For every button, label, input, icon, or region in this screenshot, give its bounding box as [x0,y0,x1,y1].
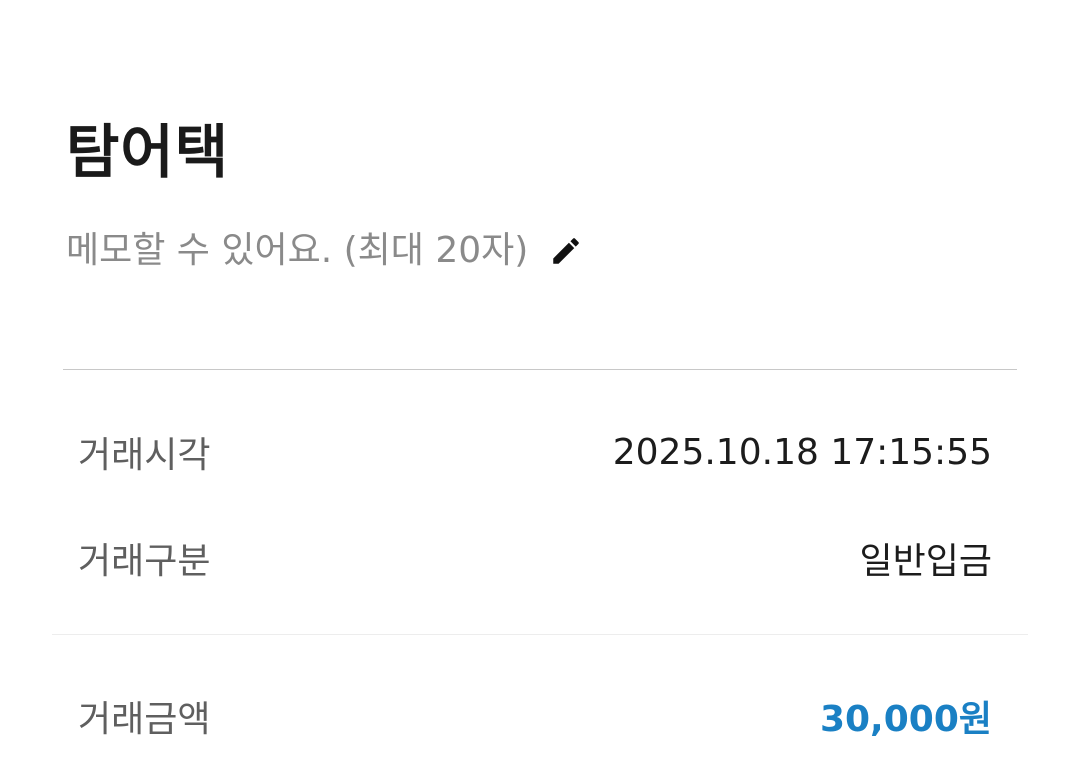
transaction-time-row: 거래시각 2025.10.18 17:15:55 [78,422,992,482]
transaction-type-row: 거래구분 일반입금 [78,528,992,588]
amount-divider [52,634,1028,635]
transaction-time-label: 거래시각 [78,435,211,476]
transaction-time-value: 2025.10.18 17:15:55 [612,431,992,473]
section-divider [63,369,1017,370]
transaction-amount-label: 거래금액 [78,699,211,740]
memo-row[interactable]: 메모할 수 있어요. (최대 20자) [66,225,586,277]
page-title: 탐어택 [66,118,230,186]
transaction-type-label: 거래구분 [78,541,211,582]
transaction-amount-value: 30,000원 [819,699,992,740]
edit-memo-button[interactable] [546,231,586,271]
transaction-detail-page: 탐어택 메모할 수 있어요. (최대 20자) 거래시각 2025.10.18 … [0,0,1079,766]
transaction-type-value: 일반입금 [859,541,992,582]
memo-placeholder[interactable]: 메모할 수 있어요. (최대 20자) [66,225,528,277]
transaction-amount-row: 거래금액 30,000원 [78,686,992,746]
pencil-icon [553,238,580,264]
